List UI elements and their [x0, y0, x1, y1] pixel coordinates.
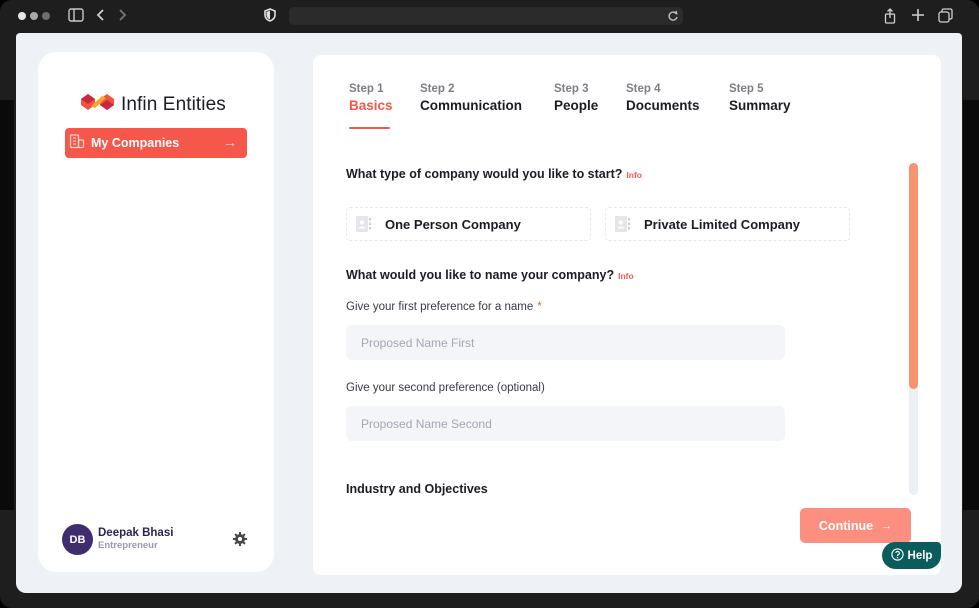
- arrow-right-icon: →: [223, 134, 237, 150]
- info-link[interactable]: Info: [618, 271, 634, 281]
- brand-name: Infin Entities: [121, 93, 226, 115]
- backdrop-right: [963, 100, 979, 510]
- step-communication[interactable]: Step 2 Communication: [420, 83, 522, 113]
- brand[interactable]: Infin Entities: [80, 92, 226, 117]
- help-circle-icon: [890, 547, 904, 564]
- continue-button[interactable]: Continue →: [800, 508, 911, 543]
- company-name-question: What would you like to name your company…: [346, 268, 634, 282]
- user-name: Deepak Bhasi: [98, 527, 174, 539]
- help-button[interactable]: Help: [882, 542, 941, 569]
- step-people[interactable]: Step 3 People: [554, 83, 598, 113]
- sidebar-item-label: My Companies: [91, 136, 180, 150]
- company-type-label: One Person Company: [385, 216, 521, 232]
- scrollbar-thumb[interactable]: [909, 163, 918, 389]
- step-name: People: [554, 98, 599, 113]
- second-preference-input[interactable]: [346, 406, 785, 441]
- browser-window: Infin Entities My Companies → DB Deepak …: [0, 0, 979, 608]
- step-number: Step 4: [626, 83, 661, 95]
- active-step-indicator: [349, 127, 390, 129]
- second-preference-label: Give your second preference (optional): [346, 382, 545, 394]
- new-tab-icon[interactable]: [911, 8, 925, 25]
- company-type-one-person[interactable]: One Person Company: [346, 207, 591, 241]
- step-number: Step 5: [729, 83, 764, 95]
- user-role: Entrepreneur: [98, 540, 158, 551]
- step-number: Step 3: [554, 83, 589, 95]
- forward-icon[interactable]: [117, 8, 127, 25]
- sidebar-toggle-icon[interactable]: [68, 8, 84, 25]
- step-summary[interactable]: Step 5 Summary: [729, 83, 791, 113]
- sidebar-item-my-companies[interactable]: My Companies →: [65, 128, 247, 158]
- gear-icon[interactable]: [232, 531, 248, 547]
- step-number: Step 1: [349, 83, 384, 95]
- arrow-right-icon: →: [881, 519, 893, 532]
- company-type-question: What type of company would you like to s…: [346, 167, 642, 181]
- question-text: What would you like to name your company…: [346, 268, 615, 282]
- shield-icon: [264, 8, 276, 25]
- building-icon: [69, 133, 85, 154]
- address-bar[interactable]: [289, 7, 683, 25]
- info-link[interactable]: Info: [626, 170, 642, 180]
- first-preference-input[interactable]: [346, 325, 785, 360]
- contact-book-icon: [614, 215, 632, 233]
- step-number: Step 2: [420, 83, 455, 95]
- window-close-button[interactable]: [18, 12, 26, 20]
- required-mark: *: [537, 301, 542, 313]
- form-scrollbar[interactable]: [909, 163, 918, 495]
- step-name: Communication: [420, 98, 523, 113]
- tabs-overview-icon[interactable]: [938, 8, 953, 26]
- window-zoom-button[interactable]: [42, 12, 50, 20]
- label-text: Give your first preference for a name: [346, 301, 534, 313]
- page-viewport: Infin Entities My Companies → DB Deepak …: [16, 33, 962, 593]
- backdrop-left: [0, 100, 14, 510]
- continue-label: Continue: [818, 518, 874, 533]
- first-preference-label: Give your first preference for a name *: [346, 301, 542, 313]
- reload-icon[interactable]: [667, 9, 679, 28]
- user-profile[interactable]: DB Deepak Bhasi Entrepreneur: [62, 524, 252, 556]
- company-type-private-limited[interactable]: Private Limited Company: [605, 207, 850, 241]
- step-name: Documents: [626, 98, 700, 113]
- company-type-label: Private Limited Company: [644, 216, 801, 232]
- help-label: Help: [907, 549, 933, 562]
- step-name: Basics: [349, 98, 393, 113]
- step-name: Summary: [729, 98, 791, 113]
- sidebar: Infin Entities My Companies → DB Deepak …: [38, 52, 274, 572]
- avatar: DB: [62, 524, 93, 555]
- industry-objectives-heading: Industry and Objectives: [346, 482, 488, 496]
- infin-logo-icon: [80, 92, 115, 117]
- main-panel: Step 1 Basics Step 2 Communication Step …: [313, 55, 941, 575]
- step-basics[interactable]: Step 1 Basics: [349, 83, 393, 129]
- question-text: What type of company would you like to s…: [346, 167, 623, 181]
- share-icon[interactable]: [884, 8, 896, 27]
- window-minimize-button[interactable]: [30, 12, 38, 20]
- step-documents[interactable]: Step 4 Documents: [626, 83, 700, 113]
- browser-titlebar: [0, 0, 979, 33]
- contact-book-icon: [355, 215, 373, 233]
- back-icon[interactable]: [96, 8, 106, 25]
